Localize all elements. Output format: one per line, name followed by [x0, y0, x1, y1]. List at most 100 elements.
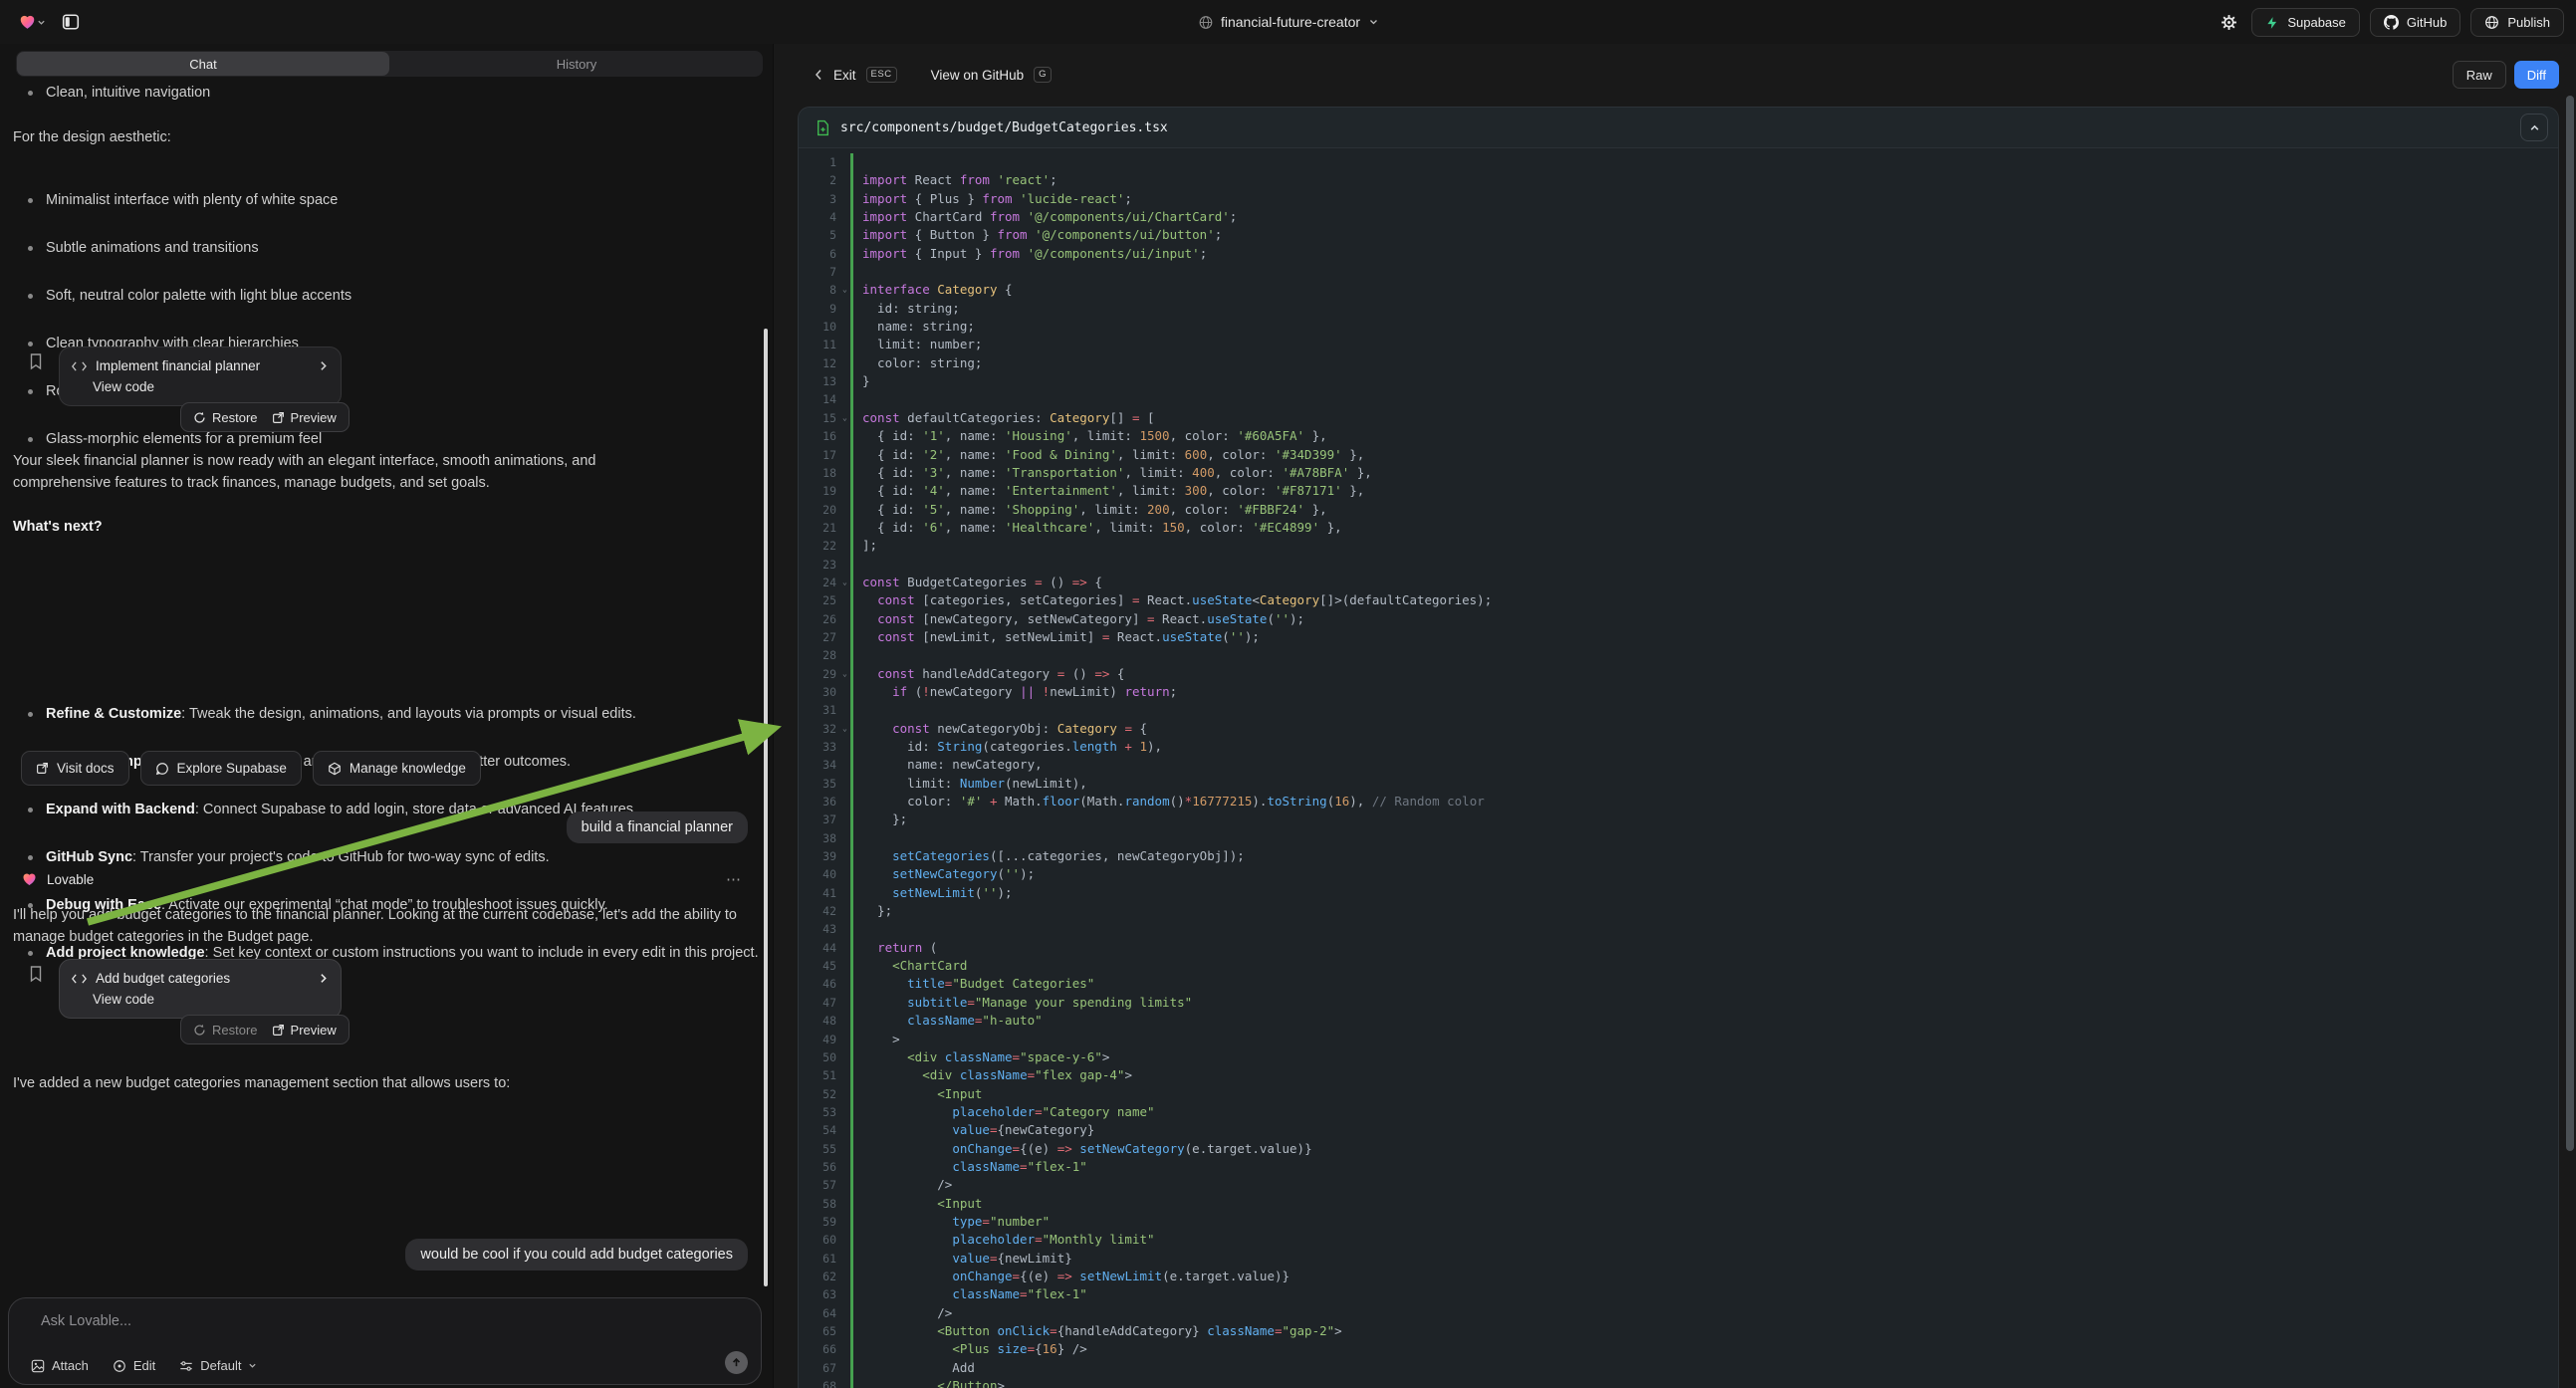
- code-line: 36 color: '#' + Math.floor(Math.random()…: [799, 793, 2558, 810]
- supabase-label: Supabase: [2287, 15, 2346, 30]
- assistant-header: Lovable ⋯: [21, 870, 743, 888]
- bookmark-icon[interactable]: [28, 352, 44, 370]
- model-selector[interactable]: Default: [179, 1358, 257, 1373]
- code-text: >: [850, 1031, 2558, 1048]
- view-on-github-link[interactable]: View on GitHub: [931, 68, 1025, 83]
- line-number: 30: [799, 683, 842, 701]
- code-scrollbar[interactable]: [2566, 96, 2574, 1151]
- manage-knowledge-button[interactable]: Manage knowledge: [313, 751, 481, 786]
- fold-spacer: [842, 537, 850, 555]
- message-menu-button[interactable]: ⋯: [726, 870, 743, 888]
- file-header[interactable]: src/components/budget/BudgetCategories.t…: [799, 108, 2558, 148]
- code-line: 9 id: string;: [799, 300, 2558, 318]
- line-number: 15: [799, 409, 842, 427]
- line-number: 46: [799, 975, 842, 993]
- line-number: 65: [799, 1322, 842, 1340]
- fold-chevron-icon[interactable]: ⌄: [842, 574, 850, 591]
- fold-spacer: [842, 1121, 850, 1139]
- line-number: 20: [799, 501, 842, 519]
- raw-toggle-button[interactable]: Raw: [2453, 61, 2506, 89]
- chat-pane: Chat History Clean, intuitive navigation…: [0, 44, 773, 1388]
- restore-button[interactable]: Restore: [193, 410, 258, 425]
- sidebar-toggle-button[interactable]: [58, 9, 84, 35]
- code-text: import React from 'react';: [850, 171, 2558, 189]
- fold-chevron-icon[interactable]: ⌄: [842, 665, 850, 683]
- code-text: name: newCategory,: [850, 756, 2558, 774]
- code-lines[interactable]: 1 2import React from 'react';3import { P…: [799, 148, 2558, 1388]
- view-code-link[interactable]: View code: [60, 373, 341, 394]
- code-text: id: string;: [850, 300, 2558, 318]
- code-line: 64 />: [799, 1304, 2558, 1322]
- composer: Attach Edit Default: [8, 1297, 762, 1385]
- restore-button[interactable]: Restore: [193, 1023, 258, 1038]
- code-line: 4import ChartCard from '@/components/ui/…: [799, 208, 2558, 226]
- bookmark-icon[interactable]: [28, 965, 44, 983]
- user-message: build a financial planner: [567, 811, 748, 843]
- line-number: 50: [799, 1048, 842, 1066]
- exit-button[interactable]: Exit: [833, 68, 856, 83]
- project-switcher[interactable]: financial-future-creator: [1198, 0, 1378, 44]
- tab-chat[interactable]: Chat: [17, 52, 389, 76]
- line-number: 44: [799, 939, 842, 957]
- line-number: 52: [799, 1085, 842, 1103]
- code-text: interface Category {: [850, 281, 2558, 299]
- code-line: 15⌄const defaultCategories: Category[] =…: [799, 409, 2558, 427]
- chat-paragraph: For the design aesthetic:: [13, 126, 703, 148]
- line-number: 6: [799, 245, 842, 263]
- fold-spacer: [842, 1268, 850, 1285]
- fold-spacer: [842, 1340, 850, 1358]
- fold-chevron-icon[interactable]: ⌄: [842, 281, 850, 299]
- top-bar: financial-future-creator: [0, 0, 2576, 44]
- code-line: 23: [799, 556, 2558, 574]
- settings-button[interactable]: [2217, 10, 2241, 35]
- line-number: 61: [799, 1250, 842, 1268]
- fold-spacer: [842, 628, 850, 646]
- version-card-add-budget-categories[interactable]: Add budget categories View code: [59, 959, 342, 1019]
- preview-button[interactable]: Preview: [272, 1023, 337, 1038]
- code-line: 16 { id: '1', name: 'Housing', limit: 15…: [799, 427, 2558, 445]
- line-number: 58: [799, 1195, 842, 1213]
- restore-icon: [193, 1024, 206, 1037]
- code-line: 20 { id: '5', name: 'Shopping', limit: 2…: [799, 501, 2558, 519]
- diff-toggle-button[interactable]: Diff: [2514, 61, 2559, 89]
- line-number: 53: [799, 1103, 842, 1121]
- version-card-title: Add budget categories: [96, 971, 309, 986]
- edit-mode-button[interactable]: Edit: [113, 1358, 155, 1373]
- code-text: import { Button } from '@/components/ui/…: [850, 226, 2558, 244]
- fold-spacer: [842, 390, 850, 408]
- chat-scrollbar[interactable]: [764, 329, 768, 1286]
- line-number: 11: [799, 336, 842, 353]
- whats-next-heading: What's next?: [13, 516, 703, 538]
- lovable-logo-menu[interactable]: [14, 9, 50, 35]
- attach-button[interactable]: Attach: [31, 1358, 89, 1373]
- fold-chevron-icon[interactable]: ⌄: [842, 720, 850, 738]
- collapse-file-button[interactable]: [2520, 114, 2548, 141]
- external-link-icon: [272, 1024, 285, 1037]
- publish-button[interactable]: Publish: [2470, 8, 2564, 37]
- tab-history[interactable]: History: [390, 51, 763, 77]
- view-code-link[interactable]: View code: [60, 986, 341, 1007]
- code-line: 24⌄const BudgetCategories = () => {: [799, 574, 2558, 591]
- visit-docs-button[interactable]: Visit docs: [21, 751, 129, 786]
- version-card-implement-financial-planner[interactable]: Implement financial planner View code: [59, 347, 342, 406]
- code-text: { id: '5', name: 'Shopping', limit: 200,…: [850, 501, 2558, 519]
- fold-spacer: [842, 1231, 850, 1249]
- code-text: [850, 556, 2558, 574]
- supabase-button[interactable]: Supabase: [2251, 8, 2360, 37]
- code-line: 19 { id: '4', name: 'Entertainment', lim…: [799, 482, 2558, 500]
- fold-spacer: [842, 1048, 850, 1066]
- line-number: 31: [799, 701, 842, 719]
- line-number: 13: [799, 372, 842, 390]
- code-line: 31: [799, 701, 2558, 719]
- explore-supabase-button[interactable]: Explore Supabase: [140, 751, 302, 786]
- github-button[interactable]: GitHub: [2370, 8, 2460, 37]
- code-text: <div className="space-y-6">: [850, 1048, 2558, 1066]
- code-header: Exit ESC View on GitHub G Raw Diff: [774, 44, 2576, 106]
- send-button[interactable]: [725, 1351, 748, 1374]
- preview-button[interactable]: Preview: [272, 410, 337, 425]
- fold-chevron-icon[interactable]: ⌄: [842, 409, 850, 427]
- code-text: [850, 263, 2558, 281]
- code-text: limit: Number(newLimit),: [850, 775, 2558, 793]
- code-text: const defaultCategories: Category[] = [: [850, 409, 2558, 427]
- chat-input[interactable]: [39, 1312, 731, 1330]
